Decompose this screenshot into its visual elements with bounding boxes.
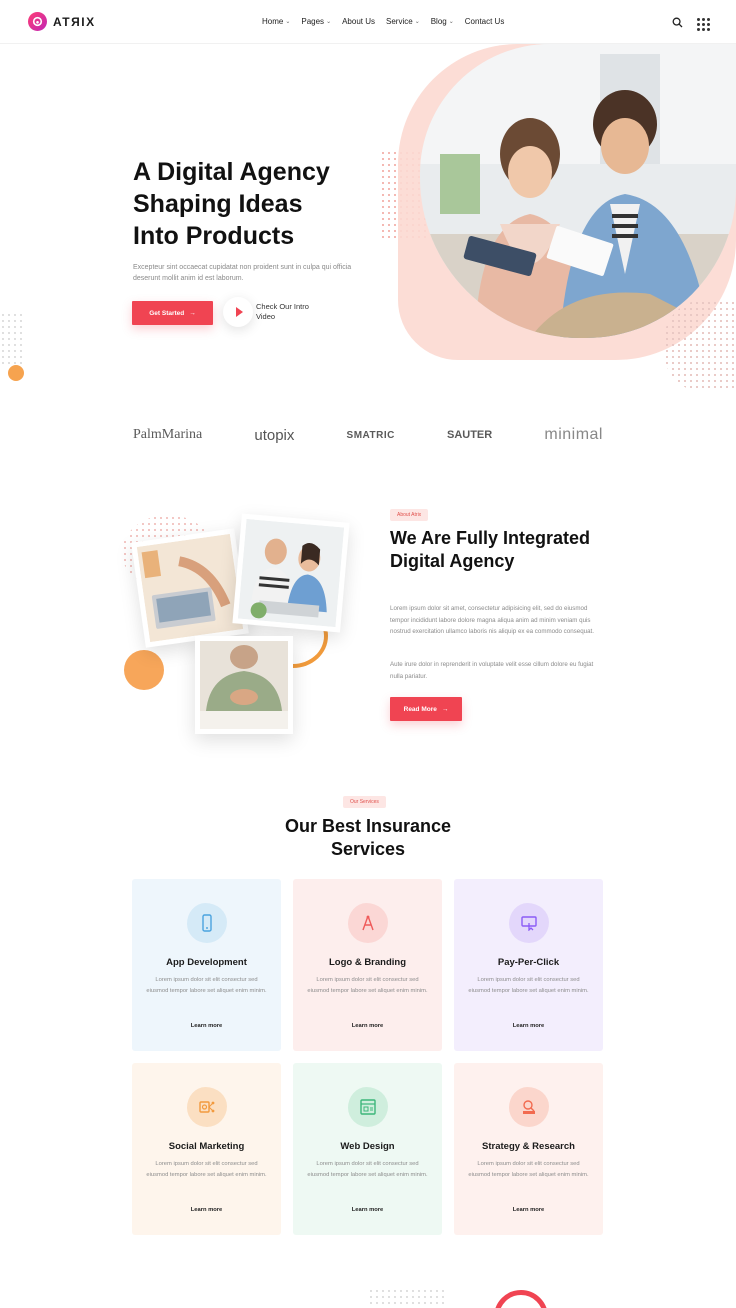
header-actions [672, 15, 710, 33]
site-header: ATЯIX Home ⌄ Pages ⌄ About Us Service ⌄ Blo… [0, 0, 736, 44]
section-tag: About Atrix [390, 509, 429, 521]
click-monitor-icon [509, 903, 549, 943]
services-title-line: Our Best Insurance [284, 816, 452, 836]
decor-dots [664, 300, 736, 392]
pen-tool-icon [348, 903, 388, 943]
nav-item-service[interactable]: Service ⌄ [386, 17, 420, 26]
nav-item-contact[interactable]: Contact Us [465, 17, 505, 26]
client-logo: SAUTER [447, 429, 492, 441]
hero-title-line: A Digital Agency [133, 158, 330, 186]
services-title-line: Services [330, 838, 406, 859]
nav-item-home[interactable]: Home ⌄ [262, 17, 290, 26]
chevron-down-icon: ⌄ [448, 19, 454, 25]
decor-dots [0, 312, 22, 368]
about-paragraph: Lorem ipsum dolor sit amet, consectetur … [390, 605, 594, 635]
button-label: Read More [403, 705, 437, 713]
learn-more-link[interactable]: Learn more [454, 1023, 603, 1029]
decor-ring [494, 1290, 548, 1308]
learn-more-link[interactable]: Learn more [454, 1207, 603, 1213]
nav-item-pages[interactable]: Pages ⌄ [301, 17, 331, 26]
mobile-icon [187, 903, 227, 943]
play-video-button[interactable] [223, 297, 253, 327]
share-icon [187, 1087, 227, 1127]
client-logos: PalmMarina utopix SMATRIC SAUTER minimal [133, 426, 603, 444]
service-card-pay-per-click[interactable]: Pay-Per-Click Lorem ipsum dolor sit elit… [454, 879, 603, 1051]
service-text: Lorem ipsum dolor sit elit consectur sed… [307, 977, 428, 994]
nav-label: Service [386, 17, 413, 26]
client-logo-text: PalmMarina [133, 427, 203, 442]
service-card-app-development[interactable]: App Development Lorem ipsum dolor sit el… [132, 879, 281, 1051]
hero-title: A Digital Agency Shaping Ideas Into Prod… [133, 156, 393, 252]
hero-title-line: Shaping Ideas [133, 190, 303, 218]
layout-icon [348, 1087, 388, 1127]
read-more-button[interactable]: Read More → [390, 697, 462, 721]
service-card-logo-branding[interactable]: Logo & Branding Lorem ipsum dolor sit el… [293, 879, 442, 1051]
button-label: Get Started [149, 309, 185, 317]
nav-label: Pages [301, 17, 325, 26]
nav-item-blog[interactable]: Blog ⌄ [431, 17, 454, 26]
service-text: Lorem ipsum dolor sit elit consectur sed… [468, 977, 589, 994]
learn-more-link[interactable]: Learn more [132, 1023, 281, 1029]
decor-dots [368, 1288, 448, 1308]
client-logo: SMATRIC [347, 430, 395, 441]
about-photo [131, 528, 249, 648]
search-icon[interactable] [672, 15, 683, 33]
get-started-button[interactable]: Get Started → [132, 301, 213, 325]
page: ATЯIX Home ⌄ Pages ⌄ About Us Service ⌄ Blo… [0, 0, 736, 1308]
learn-more-link[interactable]: Learn more [293, 1207, 442, 1213]
client-logo-text: SMATRIC [346, 429, 395, 441]
arrow-right-icon: → [441, 705, 449, 713]
about-photo [232, 513, 350, 633]
services-title: Our Best Insurance Services [268, 815, 468, 860]
service-text: Lorem ipsum dolor sit elit consectur sed… [146, 1161, 267, 1178]
play-icon [235, 307, 243, 317]
hero-title-line: Into Products [133, 222, 295, 250]
service-title: App Development [166, 957, 247, 968]
nav-label: Contact Us [464, 17, 505, 26]
client-logo: PalmMarina [133, 427, 202, 443]
about-photo [195, 636, 293, 734]
nav-label: Home [262, 17, 284, 26]
research-icon [509, 1087, 549, 1127]
service-title: Logo & Branding [328, 957, 407, 968]
main-nav: Home ⌄ Pages ⌄ About Us Service ⌄ Blog ⌄ Con… [262, 17, 504, 26]
decor-circle [8, 365, 24, 381]
client-logo: utopix [254, 427, 294, 444]
service-card-strategy-research[interactable]: Strategy & Research Lorem ipsum dolor si… [454, 1063, 603, 1235]
chevron-down-icon: ⌄ [414, 19, 420, 25]
service-title: Web Design [340, 1141, 395, 1152]
service-text: Lorem ipsum dolor sit elit consectur sed… [146, 977, 267, 994]
service-title: Social Marketing [168, 1141, 245, 1152]
decor-circle [124, 650, 164, 690]
service-card-web-design[interactable]: Web Design Lorem ipsum dolor sit elit co… [293, 1063, 442, 1235]
hero-description: Excepteur sint occaecat cupidatat non pr… [133, 264, 352, 282]
client-logo-text: SAUTER [446, 429, 493, 441]
chevron-down-icon: ⌄ [285, 19, 291, 25]
learn-more-link[interactable]: Learn more [293, 1023, 442, 1029]
arrow-right-icon: → [189, 309, 196, 317]
brand-name: ATЯIX [53, 14, 96, 29]
grid-menu-icon[interactable] [697, 17, 710, 31]
nav-item-about[interactable]: About Us [342, 17, 375, 26]
section-tag: Our Services [343, 796, 386, 808]
about-title: We Are Fully Integrated Digital Agency [390, 528, 591, 571]
learn-more-link[interactable]: Learn more [132, 1207, 281, 1213]
service-text: Lorem ipsum dolor sit elit consectur sed… [468, 1161, 589, 1178]
about-paragraph: Aute irure dolor in reprenderit in volup… [390, 661, 594, 680]
client-logo-text: utopix [254, 426, 295, 444]
nav-label: Blog [430, 17, 447, 26]
service-card-social-marketing[interactable]: Social Marketing Lorem ipsum dolor sit e… [132, 1063, 281, 1235]
service-title: Pay-Per-Click [497, 957, 560, 968]
brand-logo[interactable]: ATЯIX [28, 12, 96, 31]
intro-video-link[interactable]: Check Our Intro Video [256, 302, 326, 322]
logo-icon [28, 12, 47, 31]
service-text: Lorem ipsum dolor sit elit consectur sed… [307, 1161, 428, 1178]
nav-label: About Us [342, 17, 375, 26]
chevron-down-icon: ⌄ [326, 19, 332, 25]
client-logo-text: minimal [544, 426, 603, 443]
service-title: Strategy & Research [482, 1141, 575, 1152]
client-logo: minimal [544, 426, 603, 444]
